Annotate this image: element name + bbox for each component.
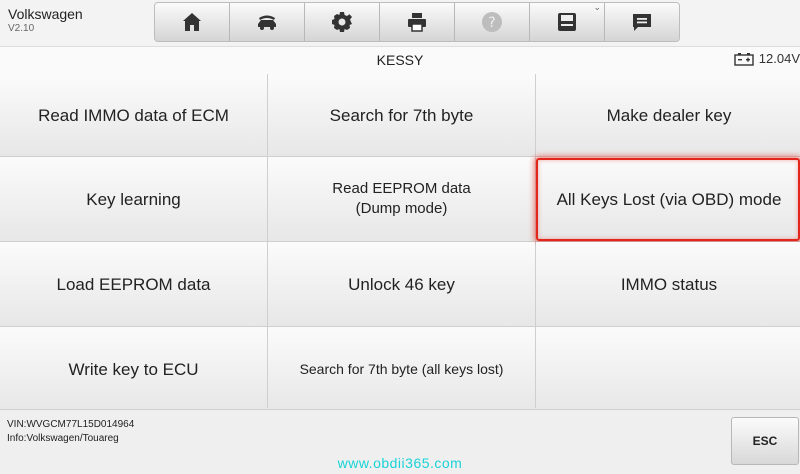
vehicle-lift-button[interactable] bbox=[230, 3, 305, 41]
save-icon bbox=[558, 13, 576, 31]
battery-voltage: 12.04V bbox=[758, 51, 800, 66]
vehicle-lift-icon bbox=[258, 15, 276, 30]
settings-button[interactable] bbox=[305, 3, 380, 41]
info-text: Info:Volkswagen/Touareg bbox=[7, 433, 119, 444]
help-icon: ? bbox=[482, 12, 502, 32]
app-name: Volkswagen bbox=[8, 6, 83, 22]
home-button[interactable] bbox=[155, 3, 230, 41]
function-read-eeprom-data[interactable]: Read EEPROM data (Dump mode) bbox=[268, 157, 535, 241]
app-version: V2.10 bbox=[8, 23, 35, 34]
page-title: KESSY bbox=[376, 52, 424, 68]
battery-indicator: 12.04V bbox=[734, 51, 800, 66]
message-button[interactable] bbox=[605, 3, 679, 41]
function-load-eeprom-data[interactable]: Load EEPROM data bbox=[0, 242, 267, 326]
svg-text:?: ? bbox=[488, 15, 495, 31]
message-icon bbox=[633, 14, 651, 31]
function-grid: Read IMMO data of ECM Search for 7th byt… bbox=[0, 74, 800, 411]
vehicle-info: VIN:WVGCM77L15D014964 Info:Volkswagen/To… bbox=[7, 418, 134, 446]
chevron-down-icon: ⌄ bbox=[593, 2, 601, 12]
printer-icon bbox=[408, 13, 426, 32]
function-all-keys-lost[interactable]: All Keys Lost (via OBD) mode bbox=[536, 157, 800, 241]
function-empty-slot bbox=[536, 327, 800, 411]
vin-text: VIN:WVGCM77L15D014964 bbox=[7, 419, 135, 430]
app-brand: Volkswagen V2.10 bbox=[8, 6, 83, 36]
print-button[interactable] bbox=[380, 3, 455, 41]
watermark-text: www.obdii365.com bbox=[337, 455, 463, 471]
battery-icon bbox=[734, 52, 754, 66]
function-search-7th-byte-all-keys-lost[interactable]: Search for 7th byte (all keys lost) bbox=[268, 327, 535, 411]
gear-icon bbox=[332, 12, 352, 32]
function-unlock-46-key[interactable]: Unlock 46 key bbox=[268, 242, 535, 326]
function-make-dealer-key[interactable]: Make dealer key bbox=[536, 74, 800, 156]
function-search-for-7th-byte[interactable]: Search for 7th byte bbox=[268, 74, 535, 156]
home-icon bbox=[183, 13, 201, 31]
top-header: Volkswagen V2.10 ? ⌄ bbox=[0, 0, 800, 46]
save-button[interactable]: ⌄ bbox=[530, 3, 605, 41]
function-key-learning[interactable]: Key learning bbox=[0, 157, 267, 241]
help-button[interactable]: ? bbox=[455, 3, 530, 41]
toolbar: ? ⌄ bbox=[154, 2, 680, 42]
function-read-immo-data-of-ecm[interactable]: Read IMMO data of ECM bbox=[0, 74, 267, 156]
function-immo-status[interactable]: IMMO status bbox=[536, 242, 800, 326]
title-bar: KESSY 12.04V bbox=[0, 46, 800, 75]
function-write-key-to-ecu[interactable]: Write key to ECU bbox=[0, 327, 267, 411]
